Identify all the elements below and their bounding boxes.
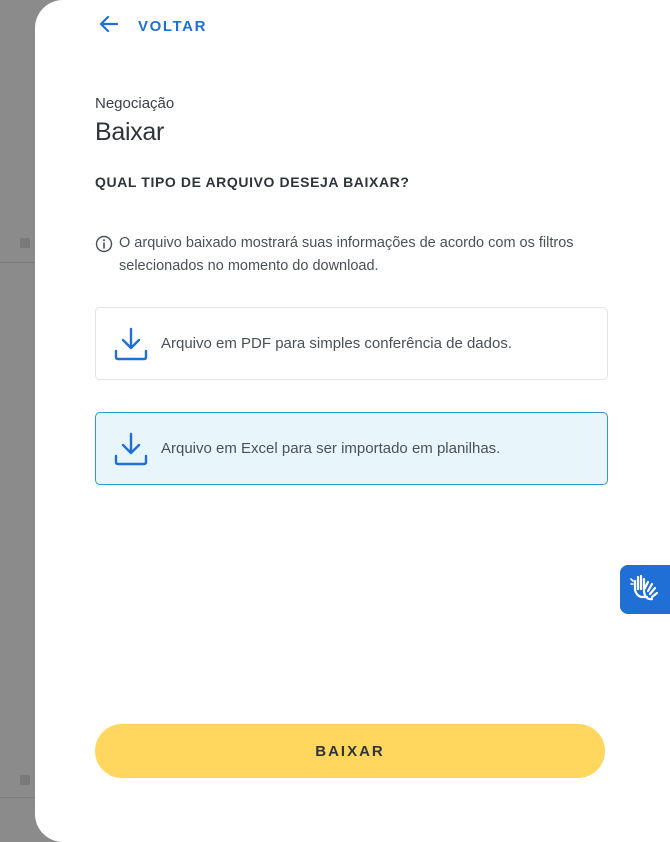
download-icon	[113, 326, 149, 362]
background-text-fragment	[20, 775, 30, 785]
info-notice: O arquivo baixado mostrará suas informaç…	[95, 232, 615, 278]
download-button[interactable]: BAIXAR	[95, 724, 605, 778]
back-button[interactable]: VOLTAR	[98, 14, 207, 38]
sign-language-hands-icon	[628, 570, 662, 609]
option-excel-label: Arquivo em Excel para ser importado em p…	[161, 440, 501, 457]
download-icon	[113, 431, 149, 467]
info-text-line-2: selecionados no momento do download.	[119, 258, 379, 274]
background-divider	[0, 797, 35, 798]
section-question: QUAL TIPO DE ARQUIVO DESEJA BAIXAR?	[95, 174, 410, 190]
option-excel[interactable]: Arquivo em Excel para ser importado em p…	[95, 412, 608, 485]
background-divider	[0, 262, 35, 263]
arrow-left-icon	[98, 13, 120, 40]
option-pdf-label: Arquivo em PDF para simples conferência …	[161, 335, 513, 352]
info-text-line-1: O arquivo baixado mostrará suas informaç…	[119, 235, 574, 251]
accessibility-sign-language-button[interactable]	[620, 565, 670, 614]
option-pdf[interactable]: Arquivo em PDF para simples conferência …	[95, 307, 608, 380]
back-button-label: VOLTAR	[138, 17, 208, 35]
page-title: Baixar	[95, 118, 165, 146]
background-text-fragment	[20, 238, 30, 248]
breadcrumb: Negociação	[95, 95, 175, 112]
info-icon	[95, 235, 113, 253]
